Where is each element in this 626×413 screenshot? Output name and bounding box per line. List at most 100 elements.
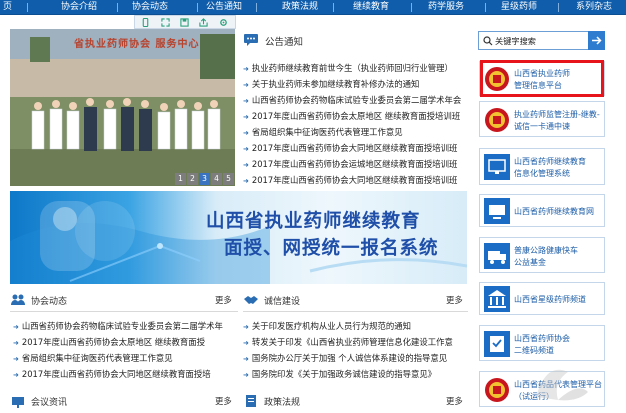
search-icon xyxy=(483,36,493,46)
notice-item[interactable]: ➜ 关于执业药师未参加继续教育补修办法的通知 xyxy=(243,78,468,91)
emblem-icon xyxy=(485,378,509,402)
banner-title-line1: 山西省执业药师继续教育 xyxy=(206,211,421,232)
policy-title: 政策法规 xyxy=(264,398,301,408)
arrow-icon: ➜ xyxy=(243,81,249,89)
search-box xyxy=(478,31,605,50)
arrow-icon: ➜ xyxy=(243,323,249,331)
nav-separator xyxy=(256,3,257,12)
notice-item[interactable]: ➜ 省局组织集中征询医药代表管理工作意见 xyxy=(243,126,468,139)
watermark-logo xyxy=(536,369,588,401)
image-toolbar xyxy=(134,15,236,29)
notice-title: 公告通知 xyxy=(265,37,304,48)
list-item-text: 2017年度山西省药师协会太原地区 继续教育面授 xyxy=(21,337,205,347)
nav-separator xyxy=(485,3,486,12)
nav-item-home[interactable]: 页 xyxy=(3,0,12,15)
card-supervision-registration[interactable]: 执业药师监管注册-继教- 诚信一卡通中谏 xyxy=(479,101,605,137)
notice-item-text: 执业药师继续教育前世今生（执业药师回归行业管理） xyxy=(251,63,453,73)
nav-separator xyxy=(197,3,198,12)
arrow-icon: ➜ xyxy=(243,177,249,185)
nav-item-association-news[interactable]: 协会动态 xyxy=(132,0,168,15)
notice-item-text: 2017年度山西省药师协会大同地区继续教育面授培训班 xyxy=(251,175,458,185)
policy-header: 政策法规 更多 xyxy=(243,393,468,409)
nav-item-notices[interactable]: 公告通知 xyxy=(206,0,242,15)
notice-item-text: 2017年度山西省药师协会运城地区继续教育面授培训班 xyxy=(251,159,458,169)
notice-item[interactable]: ➜ 2017年度山西省药师协会太原地区 继续教育面授培训班 xyxy=(243,110,468,123)
nav-item-journals[interactable]: 系列杂志 xyxy=(576,0,612,15)
card-health-express-fund[interactable]: 普康公路健康快车 公益基金 xyxy=(479,237,605,273)
share-icon[interactable] xyxy=(199,18,208,27)
notice-item-text: 省局组织集中征询医药代表管理工作意见 xyxy=(251,127,403,137)
nav-separator xyxy=(117,3,118,12)
card-education-system[interactable]: 山西省药师继续教育 信息化管理系统 xyxy=(479,148,605,185)
nav-item-star-pharmacist[interactable]: 星级药师 xyxy=(501,0,537,15)
slide-page-3[interactable]: 3 xyxy=(199,173,210,185)
notice-item[interactable]: ➜ 山西省药师协会药物临床试验专业委员会第二届学术年会 xyxy=(243,94,468,107)
chat-bubble-icon xyxy=(244,34,258,46)
slide-page-1[interactable]: 1 xyxy=(175,173,186,185)
arrow-icon: ➜ xyxy=(13,371,19,379)
save-icon[interactable] xyxy=(180,18,189,27)
list-item[interactable]: ➜ 国务院办公厅关于加强 个人诚信体系建设的指导意见 xyxy=(243,352,468,365)
search-submit-button[interactable] xyxy=(588,31,605,50)
search-input[interactable] xyxy=(495,34,585,47)
nav-separator xyxy=(411,3,412,12)
notice-item[interactable]: ➜ 2017年度山西省药师协会大同地区继续教育面授培训班 xyxy=(243,142,468,155)
truck-icon xyxy=(484,243,510,269)
card-label-line1: 山西省药师协会 xyxy=(514,334,570,343)
arrow-icon: ➜ xyxy=(243,129,249,137)
meeting-info-more-link[interactable]: 更多 xyxy=(215,395,232,407)
meeting-icon xyxy=(12,397,24,408)
news-photo-slideshow[interactable]: 省执业药师协会 服务中心 xyxy=(10,29,235,186)
list-item[interactable]: ➜ 2017年度山西省药师协会太原地区 继续教育面授 xyxy=(13,336,241,349)
list-item[interactable]: ➜ 关于印发医疗机构从业人员行为规范的通知 xyxy=(243,320,468,333)
credit-building-more-link[interactable]: 更多 xyxy=(446,294,463,306)
list-item[interactable]: ➜ 2017年度山西省药师协会大同地区继续教育面授培 xyxy=(13,368,241,381)
notice-item[interactable]: ➜ 2017年度山西省药师协会大同地区继续教育面授培训班 xyxy=(243,174,468,187)
handshake-icon xyxy=(244,296,258,304)
nav-item-pharmacy-service[interactable]: 药学服务 xyxy=(428,0,464,15)
arrow-icon: ➜ xyxy=(243,339,249,347)
expand-icon[interactable] xyxy=(161,18,170,27)
list-item[interactable]: ➜ 山西省药师协会药物临床试验专业委员会第二届学术年 xyxy=(13,320,241,333)
arrow-icon: ➜ xyxy=(13,323,19,331)
arrow-icon: ➜ xyxy=(13,339,19,347)
slide-page-2[interactable]: 2 xyxy=(187,173,198,185)
divider xyxy=(10,311,238,312)
mobile-icon[interactable] xyxy=(141,18,150,27)
card-education-website[interactable]: 山西省药师继续教育网 xyxy=(479,194,605,227)
checklist-icon xyxy=(484,331,510,357)
emblem-icon xyxy=(485,108,509,132)
card-label-line1: 山西省星级药师频道 xyxy=(514,295,586,304)
nav-item-policy[interactable]: 政策法规 xyxy=(282,0,318,15)
card-label-line1: 普康公路健康快车 xyxy=(514,246,578,255)
list-item-text: 山西省药师协会药物临床试验专业委员会第二届学术年 xyxy=(21,321,223,331)
arrow-icon: ➜ xyxy=(13,355,19,363)
card-label-line2: 信息化管理系统 xyxy=(514,169,570,178)
credit-building-header: 诚信建设 更多 xyxy=(243,292,468,308)
slide-page-5[interactable]: 5 xyxy=(223,173,234,185)
policy-more-link[interactable]: 更多 xyxy=(446,395,463,407)
divider xyxy=(243,311,468,312)
list-item[interactable]: ➜ 国务院印发《关于加强政务诚信建设的指导意见》 xyxy=(243,368,468,381)
screen-icon xyxy=(484,198,510,224)
notice-item-text: 山西省药师协会药物临床试验专业委员会第二届学术年会 xyxy=(251,95,462,105)
nav-separator xyxy=(27,3,28,12)
education-registration-banner[interactable]: 山西省执业药师继续教育 面授、网授统一报名系统 xyxy=(10,191,467,284)
nav-item-education[interactable]: 继续教育 xyxy=(353,0,389,15)
list-item-text: 国务院办公厅关于加强 个人诚信体系建设的指导意见 xyxy=(251,353,448,363)
slide-page-4[interactable]: 4 xyxy=(211,173,222,185)
list-item-text: 省局组织集中征询医药代表管理工作意见 xyxy=(21,353,173,363)
association-news-title: 协会动态 xyxy=(31,297,68,307)
nav-separator xyxy=(333,3,334,12)
notice-item[interactable]: ➜ 执业药师继续教育前世今生（执业药师回归行业管理） xyxy=(243,62,468,75)
credit-building-title: 诚信建设 xyxy=(264,297,301,307)
meeting-info-header: 会议资讯 更多 xyxy=(10,393,238,409)
nav-item-about[interactable]: 协会介绍 xyxy=(61,0,97,15)
card-star-pharmacist-channel[interactable]: 山西省星级药师频道 xyxy=(479,282,605,315)
settings-icon[interactable] xyxy=(219,18,228,27)
list-item[interactable]: ➜ 转发关于印发《山西省执业药师管理信息化建设工作意 xyxy=(243,336,468,349)
card-label-line1: 执业药师监管注册-继教- xyxy=(514,110,600,119)
list-item[interactable]: ➜ 省局组织集中征询医药代表管理工作意见 xyxy=(13,352,241,365)
association-news-more-link[interactable]: 更多 xyxy=(215,294,232,306)
notice-item[interactable]: ➜ 2017年度山西省药师协会运城地区继续教育面授培训班 xyxy=(243,158,468,171)
